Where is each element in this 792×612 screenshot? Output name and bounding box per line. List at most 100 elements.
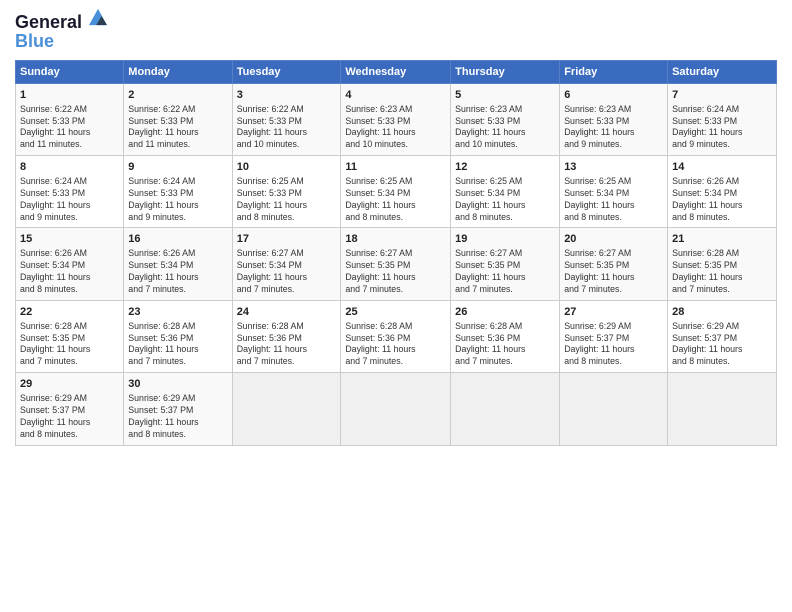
logo: General Blue xyxy=(15,10,107,52)
cell-info: Sunrise: 6:24 AMSunset: 5:33 PMDaylight:… xyxy=(20,176,119,224)
calendar-cell: 22Sunrise: 6:28 AMSunset: 5:35 PMDayligh… xyxy=(16,300,124,372)
cell-info: Sunrise: 6:24 AMSunset: 5:33 PMDaylight:… xyxy=(128,176,227,224)
cell-info: Sunrise: 6:22 AMSunset: 5:33 PMDaylight:… xyxy=(128,104,227,152)
cell-info: Sunrise: 6:27 AMSunset: 5:35 PMDaylight:… xyxy=(455,248,555,296)
calendar-cell: 8Sunrise: 6:24 AMSunset: 5:33 PMDaylight… xyxy=(16,156,124,228)
calendar-cell: 28Sunrise: 6:29 AMSunset: 5:37 PMDayligh… xyxy=(668,300,777,372)
weekday-wednesday: Wednesday xyxy=(341,60,451,83)
weekday-header-row: SundayMondayTuesdayWednesdayThursdayFrid… xyxy=(16,60,777,83)
weekday-monday: Monday xyxy=(124,60,232,83)
calendar: SundayMondayTuesdayWednesdayThursdayFrid… xyxy=(15,60,777,446)
cell-info: Sunrise: 6:28 AMSunset: 5:36 PMDaylight:… xyxy=(128,321,227,369)
weekday-sunday: Sunday xyxy=(16,60,124,83)
cell-info: Sunrise: 6:25 AMSunset: 5:33 PMDaylight:… xyxy=(237,176,337,224)
day-number: 5 xyxy=(455,88,555,103)
day-number: 23 xyxy=(128,305,227,320)
day-number: 26 xyxy=(455,305,555,320)
calendar-cell: 18Sunrise: 6:27 AMSunset: 5:35 PMDayligh… xyxy=(341,228,451,300)
calendar-cell: 14Sunrise: 6:26 AMSunset: 5:34 PMDayligh… xyxy=(668,156,777,228)
cell-info: Sunrise: 6:22 AMSunset: 5:33 PMDaylight:… xyxy=(20,104,119,152)
cell-info: Sunrise: 6:29 AMSunset: 5:37 PMDaylight:… xyxy=(128,393,227,441)
calendar-cell: 21Sunrise: 6:28 AMSunset: 5:35 PMDayligh… xyxy=(668,228,777,300)
calendar-cell: 13Sunrise: 6:25 AMSunset: 5:34 PMDayligh… xyxy=(560,156,668,228)
calendar-cell: 16Sunrise: 6:26 AMSunset: 5:34 PMDayligh… xyxy=(124,228,232,300)
week-row-3: 22Sunrise: 6:28 AMSunset: 5:35 PMDayligh… xyxy=(16,300,777,372)
calendar-cell: 4Sunrise: 6:23 AMSunset: 5:33 PMDaylight… xyxy=(341,83,451,155)
day-number: 15 xyxy=(20,232,119,247)
calendar-cell: 15Sunrise: 6:26 AMSunset: 5:34 PMDayligh… xyxy=(16,228,124,300)
cell-info: Sunrise: 6:28 AMSunset: 5:35 PMDaylight:… xyxy=(20,321,119,369)
logo-icon xyxy=(89,8,107,26)
cell-info: Sunrise: 6:23 AMSunset: 5:33 PMDaylight:… xyxy=(345,104,446,152)
weekday-thursday: Thursday xyxy=(451,60,560,83)
calendar-cell: 6Sunrise: 6:23 AMSunset: 5:33 PMDaylight… xyxy=(560,83,668,155)
logo-text: General xyxy=(15,10,107,33)
calendar-cell xyxy=(232,373,341,445)
calendar-cell: 25Sunrise: 6:28 AMSunset: 5:36 PMDayligh… xyxy=(341,300,451,372)
day-number: 29 xyxy=(20,377,119,392)
day-number: 10 xyxy=(237,160,337,175)
calendar-cell: 5Sunrise: 6:23 AMSunset: 5:33 PMDaylight… xyxy=(451,83,560,155)
cell-info: Sunrise: 6:23 AMSunset: 5:33 PMDaylight:… xyxy=(455,104,555,152)
cell-info: Sunrise: 6:28 AMSunset: 5:36 PMDaylight:… xyxy=(237,321,337,369)
day-number: 28 xyxy=(672,305,772,320)
day-number: 12 xyxy=(455,160,555,175)
cell-info: Sunrise: 6:28 AMSunset: 5:35 PMDaylight:… xyxy=(672,248,772,296)
week-row-2: 15Sunrise: 6:26 AMSunset: 5:34 PMDayligh… xyxy=(16,228,777,300)
day-number: 1 xyxy=(20,88,119,103)
calendar-cell: 7Sunrise: 6:24 AMSunset: 5:33 PMDaylight… xyxy=(668,83,777,155)
cell-info: Sunrise: 6:26 AMSunset: 5:34 PMDaylight:… xyxy=(20,248,119,296)
day-number: 8 xyxy=(20,160,119,175)
calendar-cell: 1Sunrise: 6:22 AMSunset: 5:33 PMDaylight… xyxy=(16,83,124,155)
day-number: 9 xyxy=(128,160,227,175)
calendar-cell: 30Sunrise: 6:29 AMSunset: 5:37 PMDayligh… xyxy=(124,373,232,445)
cell-info: Sunrise: 6:26 AMSunset: 5:34 PMDaylight:… xyxy=(128,248,227,296)
day-number: 21 xyxy=(672,232,772,247)
calendar-cell: 10Sunrise: 6:25 AMSunset: 5:33 PMDayligh… xyxy=(232,156,341,228)
calendar-cell xyxy=(451,373,560,445)
cell-info: Sunrise: 6:23 AMSunset: 5:33 PMDaylight:… xyxy=(564,104,663,152)
calendar-cell: 20Sunrise: 6:27 AMSunset: 5:35 PMDayligh… xyxy=(560,228,668,300)
day-number: 19 xyxy=(455,232,555,247)
calendar-cell: 29Sunrise: 6:29 AMSunset: 5:37 PMDayligh… xyxy=(16,373,124,445)
day-number: 24 xyxy=(237,305,337,320)
calendar-cell xyxy=(341,373,451,445)
day-number: 6 xyxy=(564,88,663,103)
day-number: 4 xyxy=(345,88,446,103)
calendar-cell xyxy=(668,373,777,445)
cell-info: Sunrise: 6:28 AMSunset: 5:36 PMDaylight:… xyxy=(345,321,446,369)
day-number: 18 xyxy=(345,232,446,247)
calendar-cell: 17Sunrise: 6:27 AMSunset: 5:34 PMDayligh… xyxy=(232,228,341,300)
week-row-0: 1Sunrise: 6:22 AMSunset: 5:33 PMDaylight… xyxy=(16,83,777,155)
day-number: 2 xyxy=(128,88,227,103)
day-number: 20 xyxy=(564,232,663,247)
day-number: 22 xyxy=(20,305,119,320)
week-row-1: 8Sunrise: 6:24 AMSunset: 5:33 PMDaylight… xyxy=(16,156,777,228)
day-number: 25 xyxy=(345,305,446,320)
calendar-cell: 3Sunrise: 6:22 AMSunset: 5:33 PMDaylight… xyxy=(232,83,341,155)
calendar-cell: 9Sunrise: 6:24 AMSunset: 5:33 PMDaylight… xyxy=(124,156,232,228)
calendar-cell: 2Sunrise: 6:22 AMSunset: 5:33 PMDaylight… xyxy=(124,83,232,155)
calendar-cell: 27Sunrise: 6:29 AMSunset: 5:37 PMDayligh… xyxy=(560,300,668,372)
calendar-cell: 19Sunrise: 6:27 AMSunset: 5:35 PMDayligh… xyxy=(451,228,560,300)
calendar-cell: 26Sunrise: 6:28 AMSunset: 5:36 PMDayligh… xyxy=(451,300,560,372)
cell-info: Sunrise: 6:25 AMSunset: 5:34 PMDaylight:… xyxy=(455,176,555,224)
weekday-friday: Friday xyxy=(560,60,668,83)
cell-info: Sunrise: 6:27 AMSunset: 5:34 PMDaylight:… xyxy=(237,248,337,296)
cell-info: Sunrise: 6:25 AMSunset: 5:34 PMDaylight:… xyxy=(564,176,663,224)
week-row-4: 29Sunrise: 6:29 AMSunset: 5:37 PMDayligh… xyxy=(16,373,777,445)
weekday-tuesday: Tuesday xyxy=(232,60,341,83)
day-number: 7 xyxy=(672,88,772,103)
calendar-cell: 24Sunrise: 6:28 AMSunset: 5:36 PMDayligh… xyxy=(232,300,341,372)
cell-info: Sunrise: 6:24 AMSunset: 5:33 PMDaylight:… xyxy=(672,104,772,152)
cell-info: Sunrise: 6:22 AMSunset: 5:33 PMDaylight:… xyxy=(237,104,337,152)
cell-info: Sunrise: 6:29 AMSunset: 5:37 PMDaylight:… xyxy=(20,393,119,441)
weekday-saturday: Saturday xyxy=(668,60,777,83)
day-number: 13 xyxy=(564,160,663,175)
header: General Blue xyxy=(15,10,777,52)
cell-info: Sunrise: 6:27 AMSunset: 5:35 PMDaylight:… xyxy=(345,248,446,296)
day-number: 14 xyxy=(672,160,772,175)
cell-info: Sunrise: 6:27 AMSunset: 5:35 PMDaylight:… xyxy=(564,248,663,296)
calendar-cell: 12Sunrise: 6:25 AMSunset: 5:34 PMDayligh… xyxy=(451,156,560,228)
logo-blue: Blue xyxy=(15,31,107,52)
